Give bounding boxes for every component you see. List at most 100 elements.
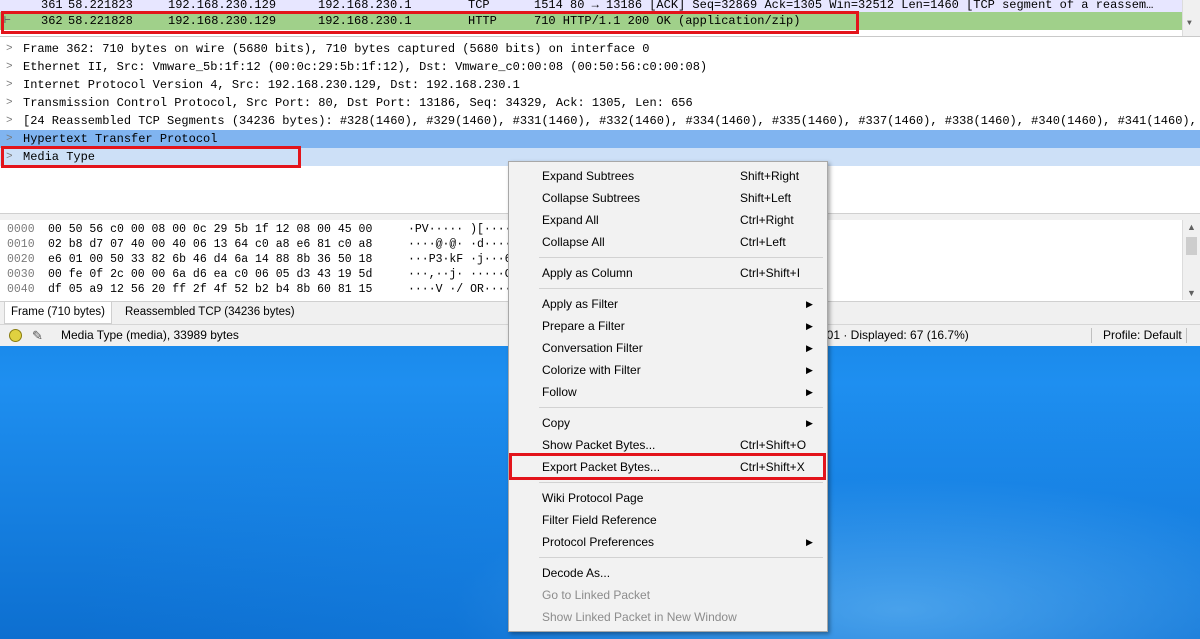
menu-item-collapse-subtrees[interactable]: Collapse Subtrees Shift+Left	[509, 187, 827, 209]
chevron-right-icon: ▶	[806, 321, 813, 331]
menu-item-collapse-all[interactable]: Collapse All Ctrl+Left	[509, 231, 827, 253]
chevron-right-icon: ▶	[806, 418, 813, 428]
menu-item-label: Expand Subtrees	[542, 169, 635, 183]
byte-ascii: ···P3·kF ·j···6	[408, 253, 512, 266]
packet-source: 192.168.230.129	[168, 14, 277, 28]
tree-item-http[interactable]: > Hypertext Transfer Protocol	[0, 130, 1200, 148]
byte-offset: 0040	[7, 283, 35, 296]
chevron-right-icon: ▶	[806, 387, 813, 397]
chevron-right-icon[interactable]: >	[6, 40, 13, 58]
menu-item-label: Show Linked Packet in New Window	[542, 610, 737, 624]
menu-item-label: Filter Field Reference	[542, 513, 657, 527]
menu-item-apply-as-filter[interactable]: Apply as Filter ▶	[509, 293, 827, 315]
tree-item-reassembled[interactable]: > [24 Reassembled TCP Segments (34236 by…	[0, 112, 1200, 130]
chevron-right-icon[interactable]: >	[6, 130, 13, 148]
packet-row-selected[interactable]: ⊢ 362 58.221828 192.168.230.129 192.168.…	[0, 12, 1183, 30]
status-indicator-icon[interactable]	[9, 329, 22, 342]
menu-item-wiki-protocol-page[interactable]: Wiki Protocol Page	[509, 487, 827, 509]
edit-comment-icon[interactable]: ✎	[32, 325, 43, 346]
chevron-right-icon[interactable]: >	[6, 112, 13, 130]
packet-list[interactable]: 361 58.221823 192.168.230.129 192.168.23…	[0, 0, 1200, 37]
packet-list-scrollbar[interactable]: ▼	[1182, 0, 1200, 36]
menu-item-conversation-filter[interactable]: Conversation Filter ▶	[509, 337, 827, 359]
menu-item-colorize-with-filter[interactable]: Colorize with Filter ▶	[509, 359, 827, 381]
byte-hex: 02 b8 d7 07 40 00 40 06 13 64 c0 a8 e6 8…	[48, 238, 373, 251]
byte-offset: 0010	[7, 238, 35, 251]
tree-item-label: Frame 362: 710 bytes on wire (5680 bits)…	[23, 42, 650, 56]
packet-destination: 192.168.230.1	[318, 14, 412, 28]
menu-item-label: Follow	[542, 385, 577, 399]
scroll-up-icon[interactable]: ▲	[1187, 222, 1196, 232]
menu-item-expand-all[interactable]: Expand All Ctrl+Right	[509, 209, 827, 231]
chevron-right-icon: ▶	[806, 365, 813, 375]
chevron-right-icon[interactable]: >	[6, 58, 13, 76]
packet-time: 58.221828	[68, 14, 133, 28]
menu-item-label: Protocol Preferences	[542, 535, 655, 549]
menu-item-prepare-a-filter[interactable]: Prepare a Filter ▶	[509, 315, 827, 337]
status-separator	[1186, 328, 1187, 343]
menu-item-label: Apply as Filter	[542, 297, 619, 311]
byte-hex: e6 01 00 50 33 82 6b 46 d4 6a 14 88 8b 3…	[48, 253, 373, 266]
tree-item-tcp[interactable]: > Transmission Control Protocol, Src Por…	[0, 94, 1200, 112]
menu-item-copy[interactable]: Copy ▶	[509, 412, 827, 434]
menu-item-label: Go to Linked Packet	[542, 588, 651, 602]
context-menu: Expand Subtrees Shift+Right Collapse Sub…	[508, 161, 828, 632]
menu-item-go-to-linked-packet: Go to Linked Packet	[509, 584, 827, 606]
chevron-right-icon: ▶	[806, 343, 813, 353]
related-packet-icon: ⊢	[4, 15, 11, 27]
byte-ascii: ····@·@· ·d····	[408, 238, 512, 251]
tab-reassembled-tcp[interactable]: Reassembled TCP (34236 bytes)	[119, 302, 301, 323]
menu-separator	[539, 407, 823, 408]
menu-item-show-packet-bytes[interactable]: Show Packet Bytes... Ctrl+Shift+O	[509, 434, 827, 456]
byte-offset: 0020	[7, 253, 35, 266]
menu-item-decode-as[interactable]: Decode As...	[509, 562, 827, 584]
menu-item-label: Prepare a Filter	[542, 319, 625, 333]
menu-item-label: Apply as Column	[542, 266, 633, 280]
menu-item-label: Copy	[542, 416, 571, 430]
menu-item-label: Collapse Subtrees	[542, 191, 641, 205]
byte-hex: 00 50 56 c0 00 08 00 0c 29 5b 1f 12 08 0…	[48, 223, 373, 236]
menu-item-label: Colorize with Filter	[542, 363, 641, 377]
scroll-down-icon[interactable]: ▼	[1187, 19, 1192, 28]
menu-item-label: Conversation Filter	[542, 341, 643, 355]
chevron-right-icon[interactable]: >	[6, 94, 13, 112]
tab-frame-bytes[interactable]: Frame (710 bytes)	[4, 302, 112, 324]
packet-protocol: HTTP	[468, 14, 497, 28]
menu-item-filter-field-reference[interactable]: Filter Field Reference	[509, 509, 827, 531]
status-field-text: Media Type (media), 33989 bytes	[61, 328, 239, 342]
chevron-right-icon[interactable]: >	[6, 76, 13, 94]
menu-item-export-packet-bytes[interactable]: Export Packet Bytes... Ctrl+Shift+X	[509, 456, 827, 478]
status-separator	[1091, 328, 1092, 343]
profile-indicator[interactable]: Profile: Default	[1103, 325, 1182, 346]
byte-hex: 00 fe 0f 2c 00 00 6a d6 ea c0 06 05 d3 4…	[48, 268, 373, 281]
tree-item-label: [24 Reassembled TCP Segments (34236 byte…	[23, 114, 1200, 128]
bytes-vertical-scrollbar[interactable]: ▲ ▼	[1182, 220, 1200, 300]
scrollbar-thumb[interactable]	[1186, 237, 1197, 255]
menu-separator	[539, 257, 823, 258]
status-packets-text: 401 · Displayed: 67 (16.7%)	[820, 328, 969, 342]
packet-number: 362	[41, 14, 63, 28]
menu-item-shortcut: Ctrl+Left	[740, 235, 786, 249]
menu-item-label: Export Packet Bytes...	[542, 460, 661, 474]
byte-offset: 0000	[7, 223, 35, 236]
menu-item-shortcut: Ctrl+Shift+X	[740, 460, 805, 474]
tree-item-frame[interactable]: > Frame 362: 710 bytes on wire (5680 bit…	[0, 40, 1200, 58]
menu-item-follow[interactable]: Follow ▶	[509, 381, 827, 403]
tree-item-ethernet[interactable]: > Ethernet II, Src: Vmware_5b:1f:12 (00:…	[0, 58, 1200, 76]
byte-ascii: ····V ·/ OR····	[408, 283, 512, 296]
menu-item-apply-as-column[interactable]: Apply as Column Ctrl+Shift+I	[509, 262, 827, 284]
tree-item-ipv4[interactable]: > Internet Protocol Version 4, Src: 192.…	[0, 76, 1200, 94]
menu-item-shortcut: Shift+Right	[740, 169, 800, 183]
tree-item-label: Internet Protocol Version 4, Src: 192.16…	[23, 78, 520, 92]
menu-item-shortcut: Ctrl+Shift+O	[740, 438, 807, 452]
menu-item-label: Show Packet Bytes...	[542, 438, 656, 452]
chevron-right-icon[interactable]: >	[6, 148, 13, 166]
menu-item-expand-subtrees[interactable]: Expand Subtrees Shift+Right	[509, 165, 827, 187]
tree-item-label: Media Type	[23, 150, 96, 164]
scroll-down-icon[interactable]: ▼	[1187, 288, 1196, 298]
menu-item-protocol-preferences[interactable]: Protocol Preferences ▶	[509, 531, 827, 553]
tree-item-label: Hypertext Transfer Protocol	[23, 132, 218, 146]
menu-item-show-linked-packet-new-window: Show Linked Packet in New Window	[509, 606, 827, 628]
menu-item-shortcut: Ctrl+Right	[740, 213, 794, 227]
byte-offset: 0030	[7, 268, 35, 281]
